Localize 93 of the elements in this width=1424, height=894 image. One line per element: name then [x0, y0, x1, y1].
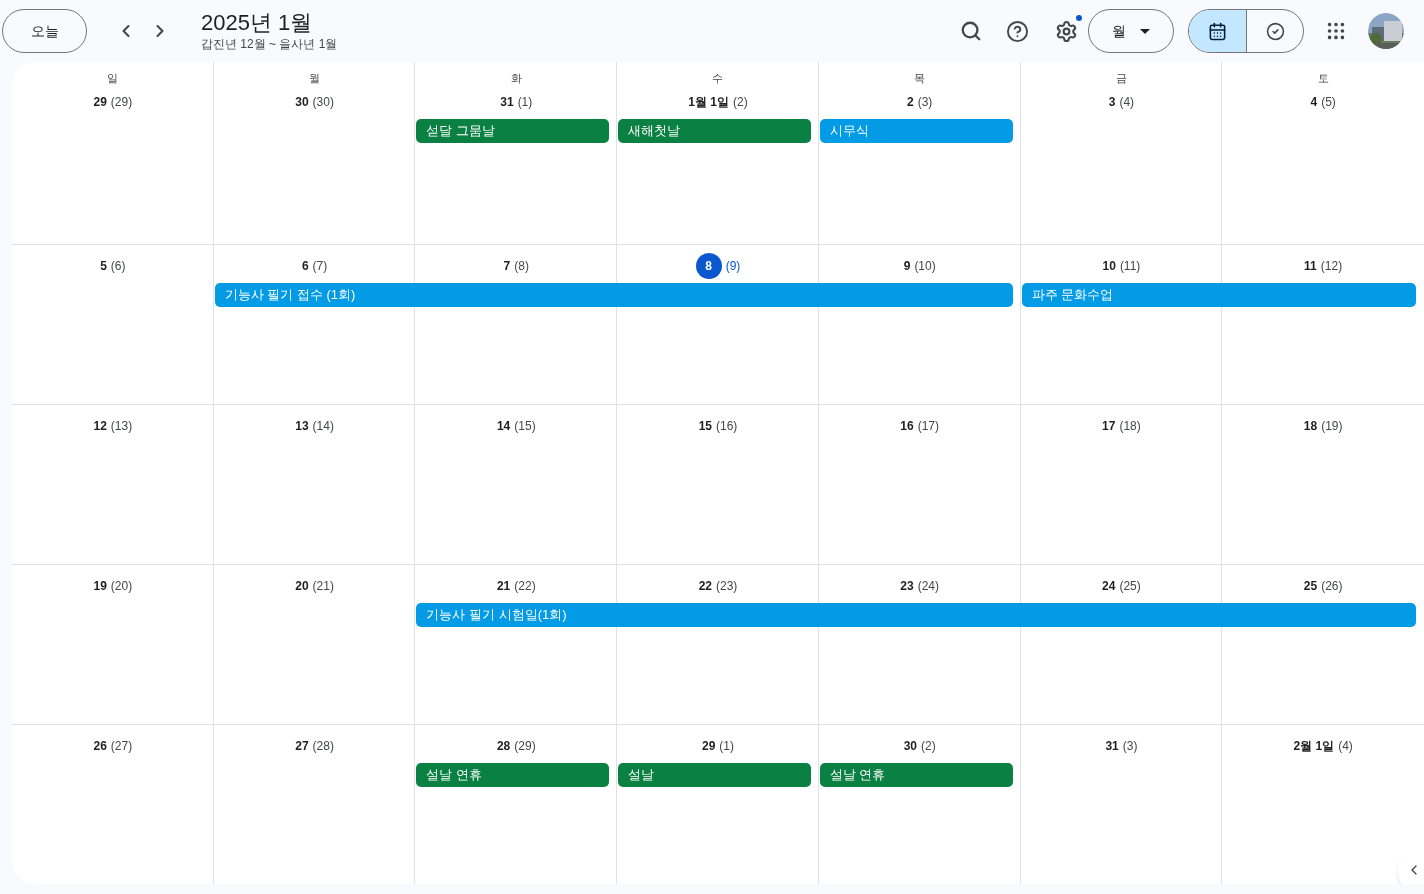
date-label[interactable]: 27 — [295, 737, 309, 755]
weekday-label: 화 — [510, 71, 522, 86]
lunar-date: (7) — [312, 258, 328, 275]
lunar-date: (28) — [312, 738, 334, 755]
weekday-label: 목 — [914, 71, 926, 86]
lunar-date: (3) — [917, 94, 933, 111]
lunar-date: (13) — [110, 418, 133, 435]
event-chip[interactable]: 설날 — [618, 763, 811, 787]
lunar-date: (11) — [1119, 258, 1141, 275]
lunar-date: (8) — [514, 258, 529, 275]
date-label[interactable]: 13 — [295, 417, 309, 435]
date-label[interactable]: 17 — [1102, 417, 1116, 435]
search-icon — [960, 20, 982, 42]
lunar-date: (27) — [110, 738, 133, 755]
weekday-label: 수 — [712, 71, 724, 86]
date-label[interactable]: 7 — [503, 257, 511, 275]
date-label[interactable]: 21 — [496, 577, 511, 595]
lunar-date: (10) — [914, 258, 936, 275]
apps-grid-icon — [1325, 20, 1347, 42]
event-chip[interactable]: 설날 연휴 — [416, 763, 610, 787]
weekday-label: 금 — [1115, 71, 1127, 86]
lunar-date: (16) — [716, 418, 738, 435]
lunar-date: (30) — [312, 94, 334, 111]
lunar-date: (21) — [312, 578, 334, 595]
date-label[interactable]: 19 — [93, 577, 107, 595]
caret-icon — [1140, 28, 1150, 34]
lunar-date: (3) — [1122, 738, 1138, 755]
date-label[interactable]: 29 — [701, 737, 716, 755]
lunar-date: (1) — [517, 94, 533, 111]
lunar-date: (24) — [917, 578, 940, 595]
date-label[interactable]: 31 — [1105, 737, 1119, 755]
event-chip[interactable]: 새해첫날 — [618, 119, 811, 143]
date-label[interactable]: 23 — [900, 577, 914, 595]
date-label[interactable]: 16 — [900, 417, 914, 435]
help-icon — [1005, 19, 1029, 43]
lunar-date: (29) — [110, 94, 133, 111]
date-label[interactable]: 26 — [93, 737, 107, 755]
lunar-date: (2) — [733, 94, 748, 111]
date-label[interactable]: 25 — [1303, 577, 1318, 595]
calendar-icon — [1208, 21, 1227, 41]
settings-icon — [1054, 19, 1078, 43]
lunar-date: (2) — [921, 738, 936, 755]
lunar-date: (20) — [110, 578, 133, 595]
lunar-date: (4) — [1119, 94, 1135, 111]
date-label[interactable]: 31 — [500, 93, 514, 111]
date-label[interactable]: 11 — [1304, 257, 1317, 275]
lunar-date: (1) — [719, 738, 734, 755]
date-label[interactable]: 2월 1일 — [1293, 737, 1335, 755]
date-label[interactable]: 29 — [93, 93, 107, 111]
date-label[interactable]: 8 — [695, 253, 722, 279]
date-label[interactable]: 6 — [301, 257, 309, 275]
date-label[interactable]: 4 — [1310, 93, 1318, 111]
lunar-date: (5) — [1321, 94, 1336, 111]
date-label[interactable]: 30 — [295, 93, 309, 111]
lunar-date: (19) — [1321, 418, 1343, 435]
date-label[interactable]: 15 — [698, 417, 712, 435]
lunar-subtitle: 갑진년 12월 ~ 을사년 1월 — [201, 36, 338, 52]
lunar-date: (25) — [1119, 578, 1141, 595]
lunar-date: (4) — [1338, 738, 1353, 755]
lunar-date: (6) — [110, 258, 126, 275]
calendar-mode-button[interactable] — [1189, 10, 1246, 52]
lunar-date: (23) — [716, 578, 738, 595]
lunar-date: (14) — [312, 418, 334, 435]
lunar-date: (9) — [725, 258, 741, 275]
date-label[interactable]: 1월 1일 — [688, 93, 729, 111]
lunar-date: (18) — [1119, 418, 1141, 435]
date-label[interactable]: 18 — [1303, 417, 1318, 435]
lunar-date: (26) — [1321, 578, 1343, 595]
date-label[interactable]: 5 — [100, 257, 107, 275]
lunar-date: (12) — [1320, 258, 1343, 275]
date-label[interactable]: 20 — [295, 577, 309, 595]
date-label[interactable]: 10 — [1102, 257, 1116, 275]
weekday-label: 일 — [107, 71, 119, 86]
date-label[interactable]: 3 — [1108, 93, 1116, 111]
date-label[interactable]: 30 — [903, 737, 918, 755]
lunar-date: (15) — [514, 418, 536, 435]
date-label[interactable]: 22 — [698, 577, 712, 595]
month-title: 2025년 1월 — [201, 10, 314, 36]
help-button[interactable] — [1004, 18, 1030, 44]
date-label[interactable]: 12 — [93, 417, 107, 435]
weekday-label: 토 — [1317, 71, 1329, 86]
lunar-date: (22) — [514, 578, 536, 595]
weekday-label: 월 — [309, 71, 321, 86]
lunar-date: (17) — [917, 418, 940, 435]
event-chip[interactable]: 섣달 그뭄날 — [416, 119, 610, 143]
date-label[interactable]: 2 — [907, 93, 914, 111]
date-label[interactable]: 9 — [903, 257, 911, 275]
lunar-date: (29) — [514, 738, 536, 755]
date-label[interactable]: 14 — [496, 417, 511, 435]
event-chip[interactable]: 설날 연휴 — [819, 763, 1013, 787]
date-label[interactable]: 24 — [1102, 577, 1116, 595]
check-circle-icon — [1265, 21, 1285, 41]
date-label[interactable]: 28 — [496, 737, 511, 755]
